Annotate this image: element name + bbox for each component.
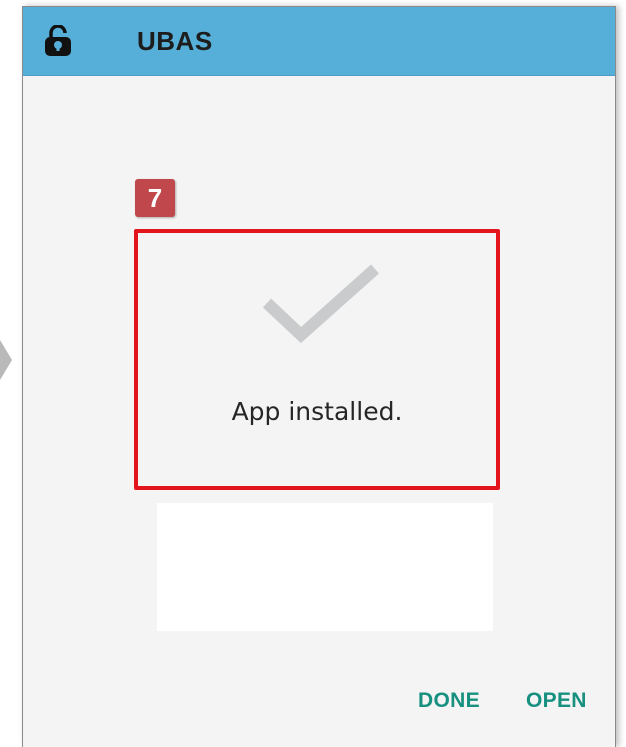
done-button[interactable]: DONE	[418, 689, 480, 713]
open-button[interactable]: OPEN	[526, 689, 587, 713]
app-title: UBAS	[137, 25, 213, 56]
checkmark-icon	[262, 263, 379, 352]
install-status-message: App installed.	[231, 397, 403, 426]
phone-screen: UBAS 7 App installed. DONE OPEN	[22, 6, 616, 747]
app-titlebar: UBAS	[23, 7, 615, 76]
blank-panel	[157, 503, 493, 631]
unlocked-padlock-icon	[41, 24, 75, 58]
previous-step-arrow-icon	[0, 340, 12, 380]
step-number-badge: 7	[135, 179, 175, 217]
